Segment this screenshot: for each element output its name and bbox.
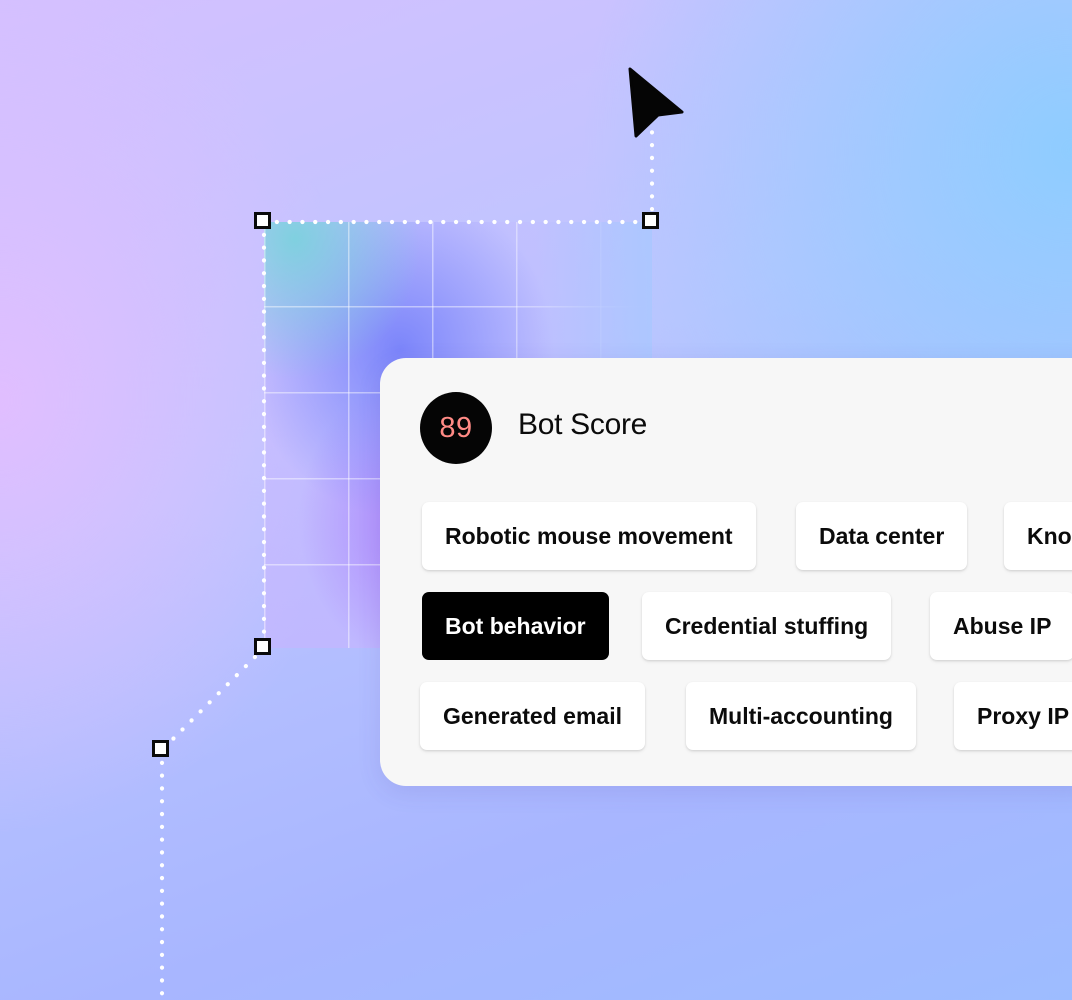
path-diagonal (159, 645, 267, 753)
score-badge: 89 (420, 392, 492, 464)
tag-abuse-ip[interactable]: Abuse IP (930, 592, 1072, 660)
card-title: Bot Score (518, 408, 648, 441)
selection-handle-bottom-left[interactable] (254, 638, 271, 655)
tag-known-truncated[interactable]: Kno (1004, 502, 1072, 570)
tag-generated-email[interactable]: Generated email (420, 682, 645, 750)
score-value: 89 (439, 411, 473, 444)
tag-data-center[interactable]: Data center (796, 502, 968, 570)
selection-handle-top-left[interactable] (254, 212, 271, 229)
tag-multi-accounting[interactable]: Multi-accounting (686, 682, 916, 750)
bot-score-card: 89 Bot Score Robotic mouse movement Data… (380, 358, 1072, 786)
cursor-arrow-icon (628, 67, 684, 138)
tag-robotic-mouse-movement[interactable]: Robotic mouse movement (422, 502, 756, 570)
selection-handle-path-corner[interactable] (152, 740, 169, 757)
tag-proxy-ip[interactable]: Proxy IP (954, 682, 1072, 750)
tag-credential-stuffing[interactable]: Credential stuffing (642, 592, 892, 660)
tag-bot-behavior[interactable]: Bot behavior (422, 592, 609, 660)
selection-handle-top-right[interactable] (642, 212, 659, 229)
